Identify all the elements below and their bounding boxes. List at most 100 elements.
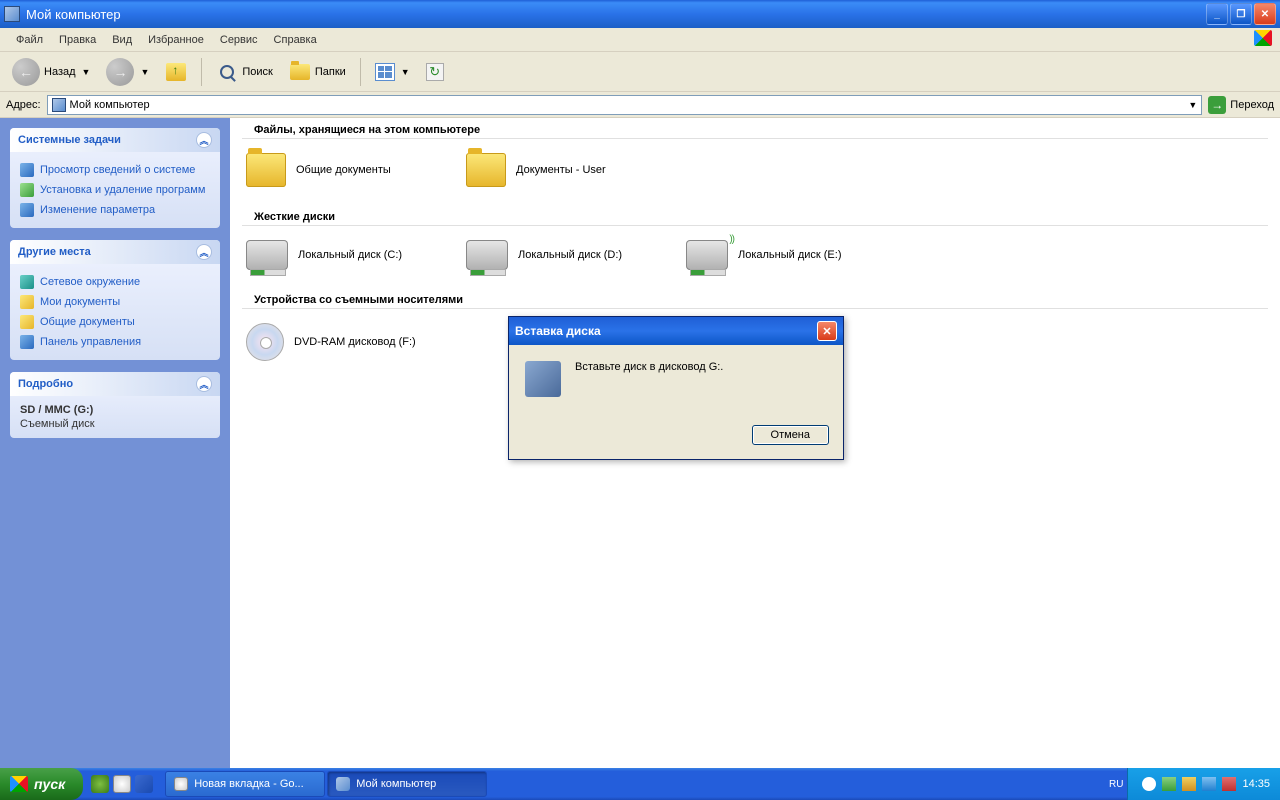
chevron-down-icon: ▼ bbox=[401, 67, 410, 77]
dialog-titlebar[interactable]: Вставка диска ✕ bbox=[509, 317, 843, 345]
menu-edit[interactable]: Правка bbox=[51, 32, 104, 48]
task-add-remove[interactable]: Установка и удаление программ bbox=[20, 180, 210, 200]
folder-up-icon bbox=[166, 63, 186, 81]
system-tasks-panel: Системные задачи ︽ Просмотр сведений о с… bbox=[10, 128, 220, 228]
programs-icon bbox=[20, 183, 34, 197]
window-titlebar: Мой компьютер _ ❐ ✕ bbox=[0, 0, 1280, 28]
refresh-button[interactable]: ↻ bbox=[420, 61, 450, 83]
item-user-documents[interactable]: Документы - User bbox=[462, 149, 682, 191]
section-removable-header: Устройства со съемными носителями bbox=[242, 288, 1268, 309]
chevron-down-icon: ▼ bbox=[140, 67, 149, 77]
search-button[interactable]: Поиск bbox=[210, 59, 278, 85]
cd-icon bbox=[246, 323, 284, 361]
menu-help[interactable]: Справка bbox=[266, 32, 325, 48]
window-title: Мой компьютер bbox=[26, 7, 1206, 22]
folder-icon bbox=[20, 295, 34, 309]
minimize-button[interactable]: _ bbox=[1206, 3, 1228, 25]
place-shared-docs[interactable]: Общие документы bbox=[20, 312, 210, 332]
section-hdd-header: Жесткие диски bbox=[242, 205, 1268, 226]
collapse-icon[interactable]: ︽ bbox=[196, 376, 212, 392]
details-name: SD / MMC (G:) bbox=[20, 404, 210, 416]
app-icon bbox=[4, 6, 20, 22]
disk-icon bbox=[525, 361, 561, 397]
panel-title: Подробно bbox=[18, 378, 73, 390]
place-my-docs[interactable]: Мои документы bbox=[20, 292, 210, 312]
taskbar-item-chrome[interactable]: Новая вкладка - Go... bbox=[165, 771, 325, 797]
panel-title: Системные задачи bbox=[18, 134, 121, 146]
menu-favorites[interactable]: Избранное bbox=[140, 32, 212, 48]
folder-icon bbox=[20, 315, 34, 329]
address-input[interactable]: Мой компьютер ▼ bbox=[47, 95, 1203, 115]
disk-icon bbox=[246, 240, 288, 270]
dialog-close-button[interactable]: ✕ bbox=[817, 321, 837, 341]
folder-icon bbox=[246, 153, 286, 187]
tray-icon[interactable] bbox=[1162, 777, 1176, 791]
cancel-button[interactable]: Отмена bbox=[752, 425, 829, 445]
sidebar: Системные задачи ︽ Просмотр сведений о с… bbox=[0, 118, 230, 768]
security-icon[interactable] bbox=[1222, 777, 1236, 791]
folders-label: Папки bbox=[315, 66, 346, 78]
section-files-header: Файлы, хранящиеся на этом компьютере bbox=[242, 118, 1268, 139]
search-label: Поиск bbox=[242, 66, 272, 78]
toolbar: ← Назад ▼ → ▼ Поиск Папки ▼ ↻ bbox=[0, 52, 1280, 92]
task-system-info[interactable]: Просмотр сведений о системе bbox=[20, 160, 210, 180]
clock[interactable]: 14:35 bbox=[1242, 778, 1270, 790]
forward-button[interactable]: → ▼ bbox=[100, 56, 155, 88]
item-disk-c[interactable]: Локальный диск (C:) bbox=[242, 236, 462, 274]
item-shared-documents[interactable]: Общие документы bbox=[242, 149, 462, 191]
menu-tools[interactable]: Сервис bbox=[212, 32, 266, 48]
panel-title: Другие места bbox=[18, 246, 91, 258]
chevron-down-icon: ▼ bbox=[82, 67, 91, 77]
tray-icon[interactable] bbox=[1142, 777, 1156, 791]
go-button[interactable]: → Переход bbox=[1208, 96, 1274, 114]
place-network[interactable]: Сетевое окружение bbox=[20, 272, 210, 292]
place-control-panel[interactable]: Панель управления bbox=[20, 332, 210, 352]
chrome-icon[interactable] bbox=[113, 775, 131, 793]
menu-view[interactable]: Вид bbox=[104, 32, 140, 48]
collapse-icon[interactable]: ︽ bbox=[196, 132, 212, 148]
volume-icon[interactable] bbox=[1182, 777, 1196, 791]
language-indicator[interactable]: RU bbox=[1109, 779, 1127, 790]
other-places-panel: Другие места ︽ Сетевое окружение Мои док… bbox=[10, 240, 220, 360]
folders-button[interactable]: Папки bbox=[283, 59, 352, 85]
collapse-icon[interactable]: ︽ bbox=[196, 244, 212, 260]
taskbar-item-explorer[interactable]: Мой компьютер bbox=[327, 771, 487, 797]
info-icon bbox=[20, 163, 34, 177]
back-arrow-icon: ← bbox=[12, 58, 40, 86]
views-button[interactable]: ▼ bbox=[369, 61, 416, 83]
windows-flag-icon bbox=[1254, 30, 1274, 48]
task-change-setting[interactable]: Изменение параметра bbox=[20, 200, 210, 220]
control-panel-icon bbox=[20, 335, 34, 349]
taskbar: пуск Новая вкладка - Go... Мой компьютер… bbox=[0, 768, 1280, 800]
close-button[interactable]: ✕ bbox=[1254, 3, 1276, 25]
back-label: Назад bbox=[44, 66, 76, 78]
chevron-down-icon[interactable]: ▼ bbox=[1188, 100, 1197, 110]
panel-header[interactable]: Подробно ︽ bbox=[10, 372, 220, 396]
quick-launch bbox=[83, 775, 161, 793]
views-icon bbox=[375, 63, 395, 81]
item-disk-e[interactable]: Локальный диск (E:) bbox=[682, 236, 902, 274]
show-desktop-icon[interactable] bbox=[135, 775, 153, 793]
item-dvd-drive[interactable]: DVD-RAM дисковод (F:) bbox=[242, 319, 462, 365]
panel-header[interactable]: Другие места ︽ bbox=[10, 240, 220, 264]
forward-arrow-icon: → bbox=[106, 58, 134, 86]
details-panel: Подробно ︽ SD / MMC (G:) Съемный диск bbox=[10, 372, 220, 438]
folder-icon bbox=[290, 64, 310, 80]
computer-icon bbox=[336, 777, 350, 791]
refresh-icon: ↻ bbox=[426, 63, 444, 81]
start-button[interactable]: пуск bbox=[0, 768, 83, 800]
start-label: пуск bbox=[34, 776, 65, 792]
folder-icon bbox=[466, 153, 506, 187]
item-disk-d[interactable]: Локальный диск (D:) bbox=[462, 236, 682, 274]
disk-icon bbox=[466, 240, 508, 270]
address-bar: Адрес: Мой компьютер ▼ → Переход bbox=[0, 92, 1280, 118]
up-button[interactable] bbox=[159, 59, 193, 85]
menu-file[interactable]: Файл bbox=[8, 32, 51, 48]
back-button[interactable]: ← Назад ▼ bbox=[6, 56, 96, 88]
utorrent-icon[interactable] bbox=[91, 775, 109, 793]
details-type: Съемный диск bbox=[20, 418, 210, 430]
panel-header[interactable]: Системные задачи ︽ bbox=[10, 128, 220, 152]
maximize-button[interactable]: ❐ bbox=[1230, 3, 1252, 25]
dialog-message: Вставьте диск в дисковод G:. bbox=[575, 361, 723, 373]
network-icon[interactable] bbox=[1202, 777, 1216, 791]
